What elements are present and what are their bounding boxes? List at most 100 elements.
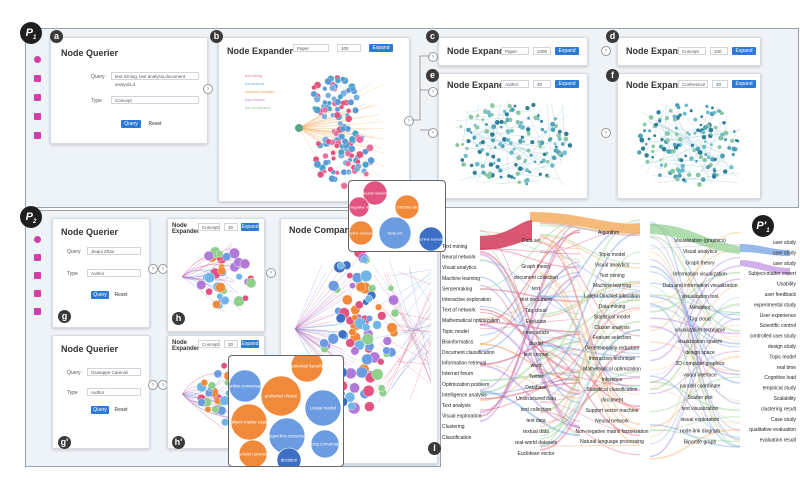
search-icon[interactable]: [34, 254, 41, 261]
flow-term: Classification: [442, 435, 472, 441]
network-graph-e[interactable]: [439, 74, 587, 198]
flow-term: Dimensionality reduction: [585, 346, 640, 352]
graph-node: [484, 128, 490, 134]
type-select[interactable]: Concept: [111, 96, 199, 104]
link-arrow[interactable]: ›: [601, 46, 611, 56]
label-gprime: g': [58, 436, 71, 449]
merge-icon[interactable]: [34, 308, 41, 315]
graph-node: [480, 163, 486, 169]
panel-label-p1: P1: [20, 22, 42, 44]
graph-node: [499, 175, 503, 179]
expand-button[interactable]: Expand: [555, 47, 579, 55]
graph-node: [328, 175, 336, 183]
graph-node: [539, 160, 543, 164]
flow-term: Inference: [602, 377, 623, 383]
flow-term: news article: [523, 330, 550, 336]
network-graph-f[interactable]: [618, 74, 760, 198]
graph-node: [207, 381, 217, 390]
graph-node: [545, 159, 550, 164]
graph-node: [350, 346, 360, 356]
expand-button[interactable]: Expand: [732, 47, 756, 55]
graph-node: [663, 164, 667, 168]
link-arrow[interactable]: ›: [266, 268, 276, 278]
flow-term: Topic model: [442, 329, 469, 335]
graph-node: [713, 169, 717, 173]
graph-node: [472, 135, 477, 140]
flow-term: Optimization problem: [442, 382, 489, 388]
count-input[interactable]: 100: [710, 47, 728, 55]
type-select[interactable]: Paper: [501, 47, 529, 55]
count-input[interactable]: 1000: [533, 47, 551, 55]
zoom-inset-bottom: potential benefit online conversat preferr…: [228, 355, 344, 467]
graph-node: [707, 155, 711, 160]
globe-icon[interactable]: [34, 56, 41, 63]
graph-node: [315, 140, 322, 147]
flow-term: Visual analytics: [595, 262, 630, 268]
type-select[interactable]: Author: [87, 388, 141, 396]
graph-node: [696, 128, 700, 133]
query-button[interactable]: Query: [91, 291, 109, 299]
label-e: e: [426, 69, 439, 82]
globe-icon[interactable]: [34, 236, 41, 243]
expand-icon[interactable]: [34, 272, 41, 279]
link-arrow[interactable]: ›: [148, 264, 158, 274]
flow-term: Information retrieval: [442, 361, 486, 367]
graph-node: [322, 99, 328, 106]
link-arrow[interactable]: ›: [148, 380, 158, 390]
query-input[interactable]: Giuseppe Carenini: [87, 368, 141, 376]
flow-term: Scalability: [773, 396, 796, 402]
graph-node: [515, 119, 521, 125]
graph-node: [507, 174, 511, 178]
graph-node: [546, 174, 550, 178]
graph-node: [484, 122, 488, 126]
flow-term: Case study: [771, 417, 797, 423]
query-input[interactable]: text mining, text analysis,document anal…: [111, 72, 199, 87]
reset-button[interactable]: Reset: [113, 406, 129, 414]
type-select[interactable]: Author: [87, 269, 141, 277]
graph-node: [491, 104, 495, 108]
graph-node: [313, 160, 322, 169]
link-arrow[interactable]: ›: [203, 84, 213, 94]
node-querier-panel-gprime: Node Querier Query Giuseppe Carenini Typ…: [52, 335, 150, 449]
reset-button[interactable]: Reset: [147, 120, 163, 128]
flow-diagram[interactable]: Text mining Neural network Visual analytic…: [440, 210, 798, 472]
query-input[interactable]: Jiequi Zhao: [87, 247, 141, 255]
graph-node: [339, 125, 347, 133]
network-graph-b[interactable]: [219, 38, 409, 201]
graph-node: [557, 137, 562, 141]
query-button[interactable]: Query: [91, 406, 109, 414]
type-select[interactable]: Concept: [678, 47, 706, 55]
compare-icon[interactable]: [34, 113, 41, 120]
graph-node: [651, 144, 656, 149]
flow-term: Visual analytics: [683, 249, 718, 255]
graph-node: [333, 111, 341, 119]
graph-node: [345, 169, 352, 175]
graph-node: [216, 293, 224, 300]
graph-node: [525, 105, 530, 111]
graph-node: [330, 150, 336, 156]
flow-term: visual interface: [683, 372, 717, 378]
flow-term: Neural network: [595, 418, 629, 424]
graph-node: [354, 300, 364, 310]
node-expander-panel-e: Node Expander Author 40 Expand: [438, 73, 588, 199]
graph-node: [653, 134, 657, 138]
graph-node: [475, 144, 479, 148]
graph-node: [677, 173, 682, 178]
compare-icon[interactable]: [34, 290, 41, 297]
search-icon[interactable]: [34, 75, 41, 82]
link-arrow[interactable]: ›: [601, 128, 611, 138]
graph-node: [496, 157, 501, 163]
query-button[interactable]: Query: [121, 120, 141, 128]
reset-button[interactable]: Reset: [113, 291, 129, 299]
graph-node: [516, 155, 522, 161]
graph-node: [668, 109, 673, 113]
merge-icon[interactable]: [34, 132, 41, 139]
panel-label-p2: P2: [20, 206, 42, 228]
flow-term: Natural language processing: [580, 439, 644, 445]
flow-term: Information visualization: [673, 272, 727, 278]
graph-node: [712, 174, 717, 179]
graph-node: [718, 135, 723, 141]
expand-icon[interactable]: [34, 94, 41, 101]
graph-node: [644, 153, 649, 158]
graph-node: [698, 155, 704, 160]
